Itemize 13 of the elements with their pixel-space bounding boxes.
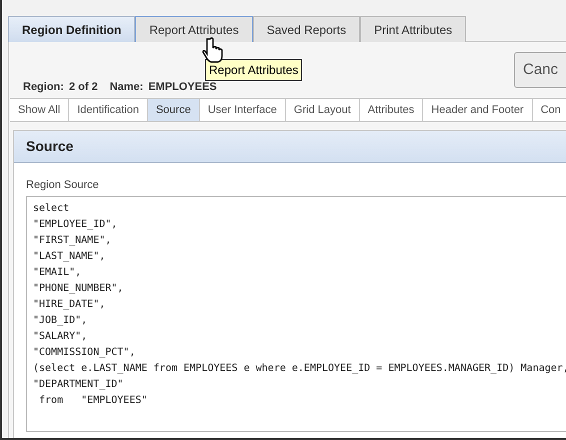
- field-label: Region Source: [26, 178, 99, 193]
- cancel-button[interactable]: Canc: [514, 52, 566, 88]
- tooltip: Report Attributes: [205, 59, 302, 81]
- subtab[interactable]: Source: [148, 99, 200, 121]
- region-value: 2 of 2: [68, 80, 98, 95]
- region-label: Region:: [23, 80, 64, 95]
- name-label: Name:: [110, 80, 144, 95]
- section-title: Source: [14, 131, 566, 163]
- tab[interactable]: Saved Reports: [252, 16, 360, 42]
- tab[interactable]: Report Attributes: [135, 16, 253, 42]
- tab[interactable]: Print Attributes: [360, 16, 466, 42]
- region-name-value: EMPLOYEES: [148, 80, 217, 95]
- tab[interactable]: Region Definition: [8, 16, 136, 42]
